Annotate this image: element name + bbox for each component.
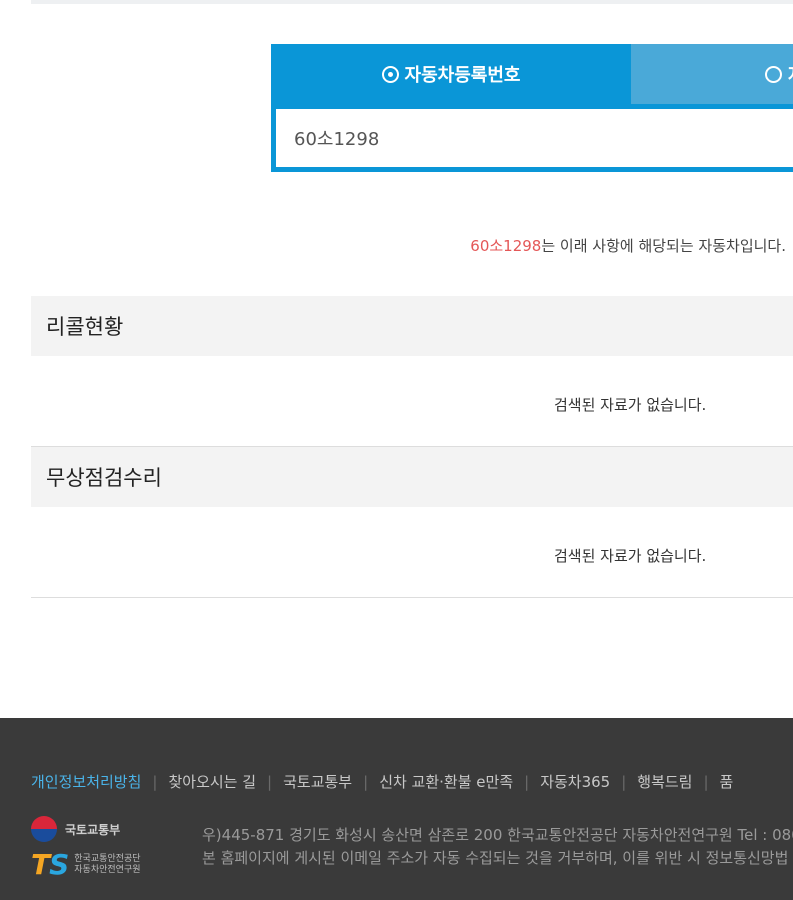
molit-logo[interactable]: 국토교통부 xyxy=(31,816,120,842)
molit-logo-text: 국토교통부 xyxy=(65,822,121,837)
tab-registration-number-label: 자동차등록번호 xyxy=(404,65,521,86)
top-divider xyxy=(31,0,793,4)
footer-link-separator: | xyxy=(152,773,158,791)
result-message-text: 는 이래 사항에 해당되는 자동차입니다. xyxy=(541,237,786,255)
footer-link-separator: | xyxy=(703,773,709,791)
footer-link-separator: | xyxy=(621,773,627,791)
tab-second-option-label: 자 xyxy=(788,61,793,87)
ts-logo-text-line2: 자동차안전연구원 xyxy=(74,865,141,875)
section-title-free-repair: 무상점검수리 xyxy=(46,466,162,490)
radio-selected-icon xyxy=(381,65,399,83)
section-title-recall: 리콜현황 xyxy=(46,315,124,339)
footer-link-happy-dream[interactable]: 행복드림 xyxy=(637,773,692,791)
footer-link-separator: | xyxy=(524,773,530,791)
ts-logo-text-line1: 한국교통안전공단 xyxy=(74,854,141,864)
footer-link-separator: | xyxy=(267,773,273,791)
ts-logo-text: 한국교통안전공단 자동차안전연구원 xyxy=(74,854,140,876)
footer-address-line1: 우)445-871 경기도 화성시 송산면 삼존로 200 한국교통안전공단 자… xyxy=(202,826,793,844)
plate-number-input[interactable] xyxy=(276,109,793,167)
tab-second-option[interactable]: 자 xyxy=(631,44,793,104)
result-message: 60소1298는 이래 사항에 해당되는 자동차입니다. xyxy=(470,235,786,256)
footer-link-separator: | xyxy=(363,773,369,791)
footer-address: 우)445-871 경기도 화성시 송산면 삼존로 200 한국교통안전공단 자… xyxy=(202,824,793,870)
footer: 개인정보처리방침 | 찾아오시는 길 | 국토교통부 | 신차 교환·환불 e만족 | 자동차3… xyxy=(0,718,793,900)
radio-unselected-icon xyxy=(765,65,782,83)
result-plate-number: 60소1298 xyxy=(470,237,542,255)
section-header-recall: 리콜현황 xyxy=(31,296,793,356)
recall-empty-message: 검색된 자료가 없습니다. xyxy=(554,396,707,414)
taegeuk-emblem-icon xyxy=(31,816,57,842)
footer-link-new-car-refund[interactable]: 신차 교환·환불 e만족 xyxy=(379,773,513,791)
free-repair-empty-message: 검색된 자료가 없습니다. xyxy=(554,547,707,565)
footer-link-molit[interactable]: 국토교통부 xyxy=(283,773,352,791)
footer-link-car365[interactable]: 자동차365 xyxy=(540,773,610,791)
footer-link-directions[interactable]: 찾아오시는 길 xyxy=(168,773,256,791)
tab-registration-number[interactable]: 자동차등록번호 xyxy=(271,44,631,104)
ts-logo[interactable]: TS 한국교통안전공단 자동차안전연구원 xyxy=(31,851,141,879)
section-divider xyxy=(31,597,793,598)
search-box: 자동차등록번호 자 xyxy=(271,44,793,172)
footer-link-partial[interactable]: 품 xyxy=(720,773,734,791)
footer-links: 개인정보처리방침 | 찾아오시는 길 | 국토교통부 | 신차 교환·환불 e만족 | 자동차3… xyxy=(31,771,733,792)
ts-logo-mark: TS xyxy=(31,848,69,881)
footer-address-line2: 본 홈페이지에 게시된 이메일 주소가 자동 수집되는 것을 거부하며, 이를 … xyxy=(202,849,789,867)
section-header-free-repair: 무상점검수리 xyxy=(31,447,793,507)
footer-link-privacy-policy[interactable]: 개인정보처리방침 xyxy=(31,773,141,791)
